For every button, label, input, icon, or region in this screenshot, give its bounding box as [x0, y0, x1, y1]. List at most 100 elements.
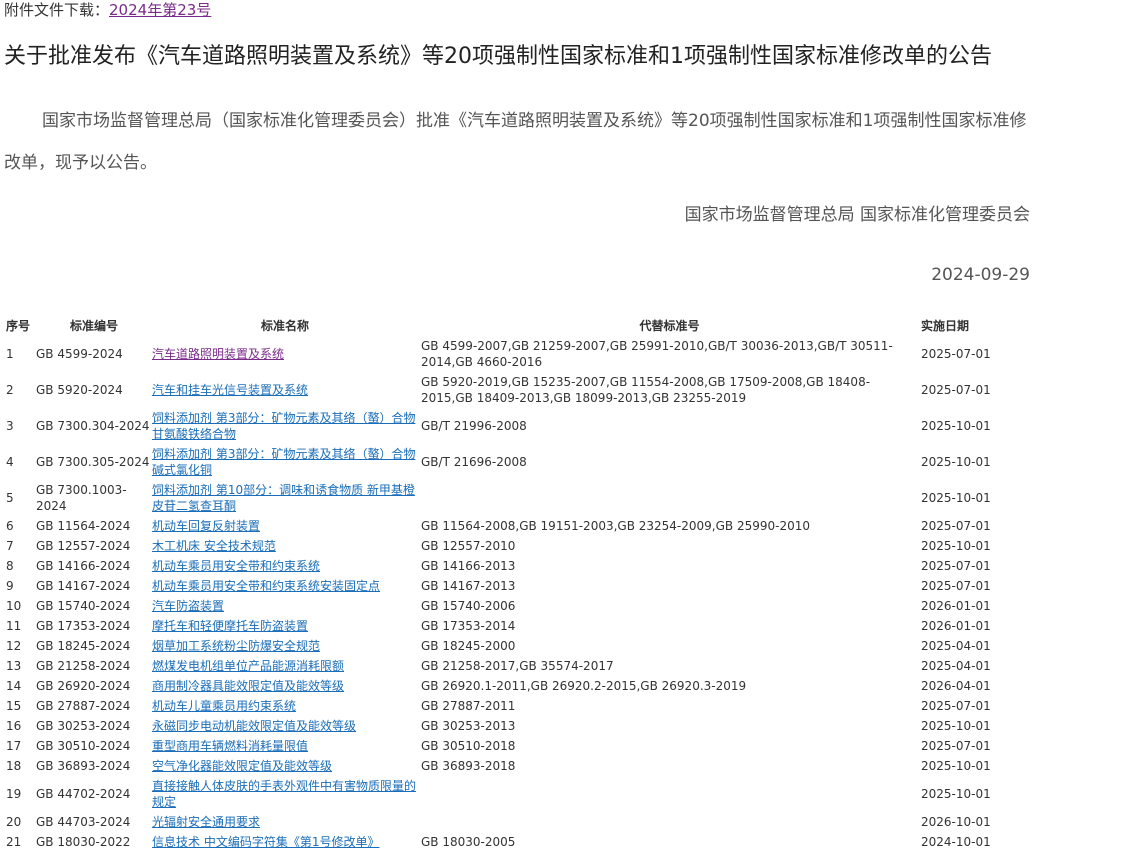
standard-name-link[interactable]: 机动车儿童乘员用约束系统	[152, 699, 296, 713]
standard-code: GB 26920-2024	[36, 679, 131, 693]
row-number: 13	[6, 659, 22, 673]
standard-name-cell: 机动车乘员用安全带和约束系统	[152, 556, 418, 576]
row-number: 8	[6, 559, 14, 573]
standard-name-link[interactable]: 摩托车和轻便摩托车防盗装置	[152, 619, 308, 633]
standard-name-cell: 空气净化器能效限定值及能效等级	[152, 756, 418, 776]
standard-code: GB 18245-2024	[36, 639, 131, 653]
replaced-standards: GB/T 21996-2008	[421, 419, 527, 433]
table-row: 19 GB 44702-2024 直接接触人体皮肤的手表外观件中有害物质限量的规定 2…	[4, 776, 1001, 812]
replaced-standards	[418, 480, 921, 516]
standard-name-link[interactable]: 光辐射安全通用要求	[152, 815, 260, 829]
table-row: 21 GB 18030-2022 信息技术 中文编码字符集《第1号修改单》 GB 18…	[4, 832, 1001, 852]
standard-name-link[interactable]: 永磁同步电动机能效限定值及能效等级	[152, 719, 356, 733]
attachment-download-link[interactable]: 2024年第23号	[109, 1, 211, 19]
standard-code: GB 14167-2024	[36, 579, 131, 593]
effective-date: 2025-07-01	[921, 579, 991, 593]
effective-date: 2025-10-01	[921, 539, 991, 553]
replaced-standards: GB 4599-2007,GB 21259-2007,GB 25991-2010…	[421, 339, 893, 369]
standard-name-link[interactable]: 空气净化器能效限定值及能效等级	[152, 759, 332, 773]
replaced-standards: GB 18245-2000	[421, 639, 516, 653]
effective-date: 2024-10-01	[921, 835, 991, 849]
standard-code: GB 7300.304-2024	[36, 419, 150, 433]
effective-date: 2026-10-01	[921, 815, 991, 829]
issuer-signature: 国家市场监督管理总局 国家标准化管理委员会	[684, 205, 1030, 225]
standard-code: GB 7300.305-2024	[36, 455, 150, 469]
effective-date: 2026-04-01	[921, 679, 991, 693]
attachment-line: 附件文件下载：2024年第23号	[4, 0, 211, 20]
standard-name-cell: 光辐射安全通用要求	[152, 812, 418, 832]
replaced-standards	[418, 812, 921, 832]
standard-name-link[interactable]: 机动车乘员用安全带和约束系统	[152, 559, 320, 573]
standard-name-link[interactable]: 饲料添加剂 第3部分：矿物元素及其络（螯）合物 甘氨酸铁络合物	[152, 411, 415, 441]
table-row: 6 GB 11564-2024 机动车回复反射装置 GB 11564-2008,GB …	[4, 516, 1001, 536]
standard-name-link[interactable]: 商用制冷器具能效限定值及能效等级	[152, 679, 344, 693]
standard-name-link[interactable]: 机动车乘员用安全带和约束系统安装固定点	[152, 579, 380, 593]
effective-date: 2025-10-01	[921, 419, 991, 433]
table-body: 1 GB 4599-2024 汽车道路照明装置及系统 GB 4599-2007,GB …	[4, 336, 1001, 852]
table-header-row: 序号 标准编号 标准名称 代替标准号 实施日期	[4, 314, 1001, 336]
standard-name-cell: 直接接触人体皮肤的手表外观件中有害物质限量的规定	[152, 776, 418, 812]
header-name: 标准名称	[260, 318, 309, 333]
row-number: 15	[6, 699, 22, 713]
standard-code: GB 5920-2024	[36, 383, 123, 397]
standard-name-cell: 机动车回复反射装置	[152, 516, 418, 536]
row-number: 5	[6, 491, 14, 505]
standard-code: GB 15740-2024	[36, 599, 131, 613]
standard-name-cell: 机动车乘员用安全带和约束系统安装固定点	[152, 576, 418, 596]
standard-name-cell: 信息技术 中文编码字符集《第1号修改单》	[152, 832, 418, 852]
replaced-standards: GB 36893-2018	[421, 759, 516, 773]
table-row: 17 GB 30510-2024 重型商用车辆燃料消耗量限值 GB 30510-201…	[4, 736, 1001, 756]
effective-date: 2025-07-01	[921, 383, 991, 397]
standard-code: GB 11564-2024	[36, 519, 131, 533]
table-row: 14 GB 26920-2024 商用制冷器具能效限定值及能效等级 GB 26920.…	[4, 676, 1001, 696]
standard-code: GB 4599-2024	[36, 347, 123, 361]
standard-name-link[interactable]: 重型商用车辆燃料消耗量限值	[152, 739, 308, 753]
standard-name-link[interactable]: 信息技术 中文编码字符集《第1号修改单》	[152, 835, 379, 849]
table-row: 16 GB 30253-2024 永磁同步电动机能效限定值及能效等级 GB 30253…	[4, 716, 1001, 736]
row-number: 21	[6, 835, 22, 849]
page-title: 关于批准发布《汽车道路照明装置及系统》等20项强制性国家标准和1项强制性国家标准…	[4, 44, 992, 69]
row-number: 16	[6, 719, 22, 733]
row-number: 6	[6, 519, 14, 533]
standard-code: GB 14166-2024	[36, 559, 131, 573]
effective-date: 2026-01-01	[921, 599, 991, 613]
standard-name-cell: 饲料添加剂 第10部分：调味和诱食物质 新甲基橙皮苷二氢查耳酮	[152, 480, 418, 516]
header-replaces: 代替标准号	[639, 318, 700, 333]
standard-name-link[interactable]: 饲料添加剂 第10部分：调味和诱食物质 新甲基橙皮苷二氢查耳酮	[152, 483, 415, 513]
standard-name-cell: 汽车防盗装置	[152, 596, 418, 616]
header-effective-date: 实施日期	[921, 318, 970, 333]
standard-name-link[interactable]: 燃煤发电机组单位产品能源消耗限额	[152, 659, 344, 673]
row-number: 20	[6, 815, 22, 829]
header-code: 标准编号	[69, 318, 118, 333]
standard-name-link[interactable]: 机动车回复反射装置	[152, 519, 260, 533]
standard-name-link[interactable]: 木工机床 安全技术规范	[152, 539, 276, 553]
standard-name-link[interactable]: 烟草加工系统粉尘防爆安全规范	[152, 639, 320, 653]
announcement-body: 国家市场监督管理总局（国家标准化管理委员会）批准《汽车道路照明装置及系统》等20…	[4, 111, 1027, 173]
standard-name-link[interactable]: 汽车和挂车光信号装置及系统	[152, 383, 308, 397]
replaced-standards: GB 18030-2005	[421, 835, 516, 849]
replaced-standards: GB 17353-2014	[421, 619, 516, 633]
replaced-standards: GB 26920.1-2011,GB 26920.2-2015,GB 26920…	[421, 679, 747, 693]
standard-name-link[interactable]: 汽车防盗装置	[152, 599, 224, 613]
standard-name-cell: 机动车儿童乘员用约束系统	[152, 696, 418, 716]
effective-date: 2025-07-01	[921, 559, 991, 573]
standard-name-link[interactable]: 饲料添加剂 第3部分：矿物元素及其络（螯）合物 碱式氯化铜	[152, 447, 415, 477]
row-number: 19	[6, 787, 22, 801]
row-number: 17	[6, 739, 22, 753]
replaced-standards: GB 14167-2013	[421, 579, 516, 593]
replaced-standards: GB 12557-2010	[421, 539, 516, 553]
standard-name-cell: 永磁同步电动机能效限定值及能效等级	[152, 716, 418, 736]
standard-name-link[interactable]: 直接接触人体皮肤的手表外观件中有害物质限量的规定	[152, 779, 416, 809]
effective-date: 2025-04-01	[921, 659, 991, 673]
row-number: 11	[6, 619, 22, 633]
table-row: 10 GB 15740-2024 汽车防盗装置 GB 15740-2006 2026-0…	[4, 596, 1001, 616]
standard-name-cell: 商用制冷器具能效限定值及能效等级	[152, 676, 418, 696]
row-number: 18	[6, 759, 22, 773]
standard-name-cell: 烟草加工系统粉尘防爆安全规范	[152, 636, 418, 656]
table-row: 18 GB 36893-2024 空气净化器能效限定值及能效等级 GB 36893-2…	[4, 756, 1001, 776]
table-row: 13 GB 21258-2024 燃煤发电机组单位产品能源消耗限额 GB 21258-…	[4, 656, 1001, 676]
effective-date: 2025-07-01	[921, 739, 991, 753]
standard-name-link[interactable]: 汽车道路照明装置及系统	[152, 347, 284, 361]
effective-date: 2025-07-01	[921, 699, 991, 713]
header-no: 序号	[6, 318, 31, 333]
